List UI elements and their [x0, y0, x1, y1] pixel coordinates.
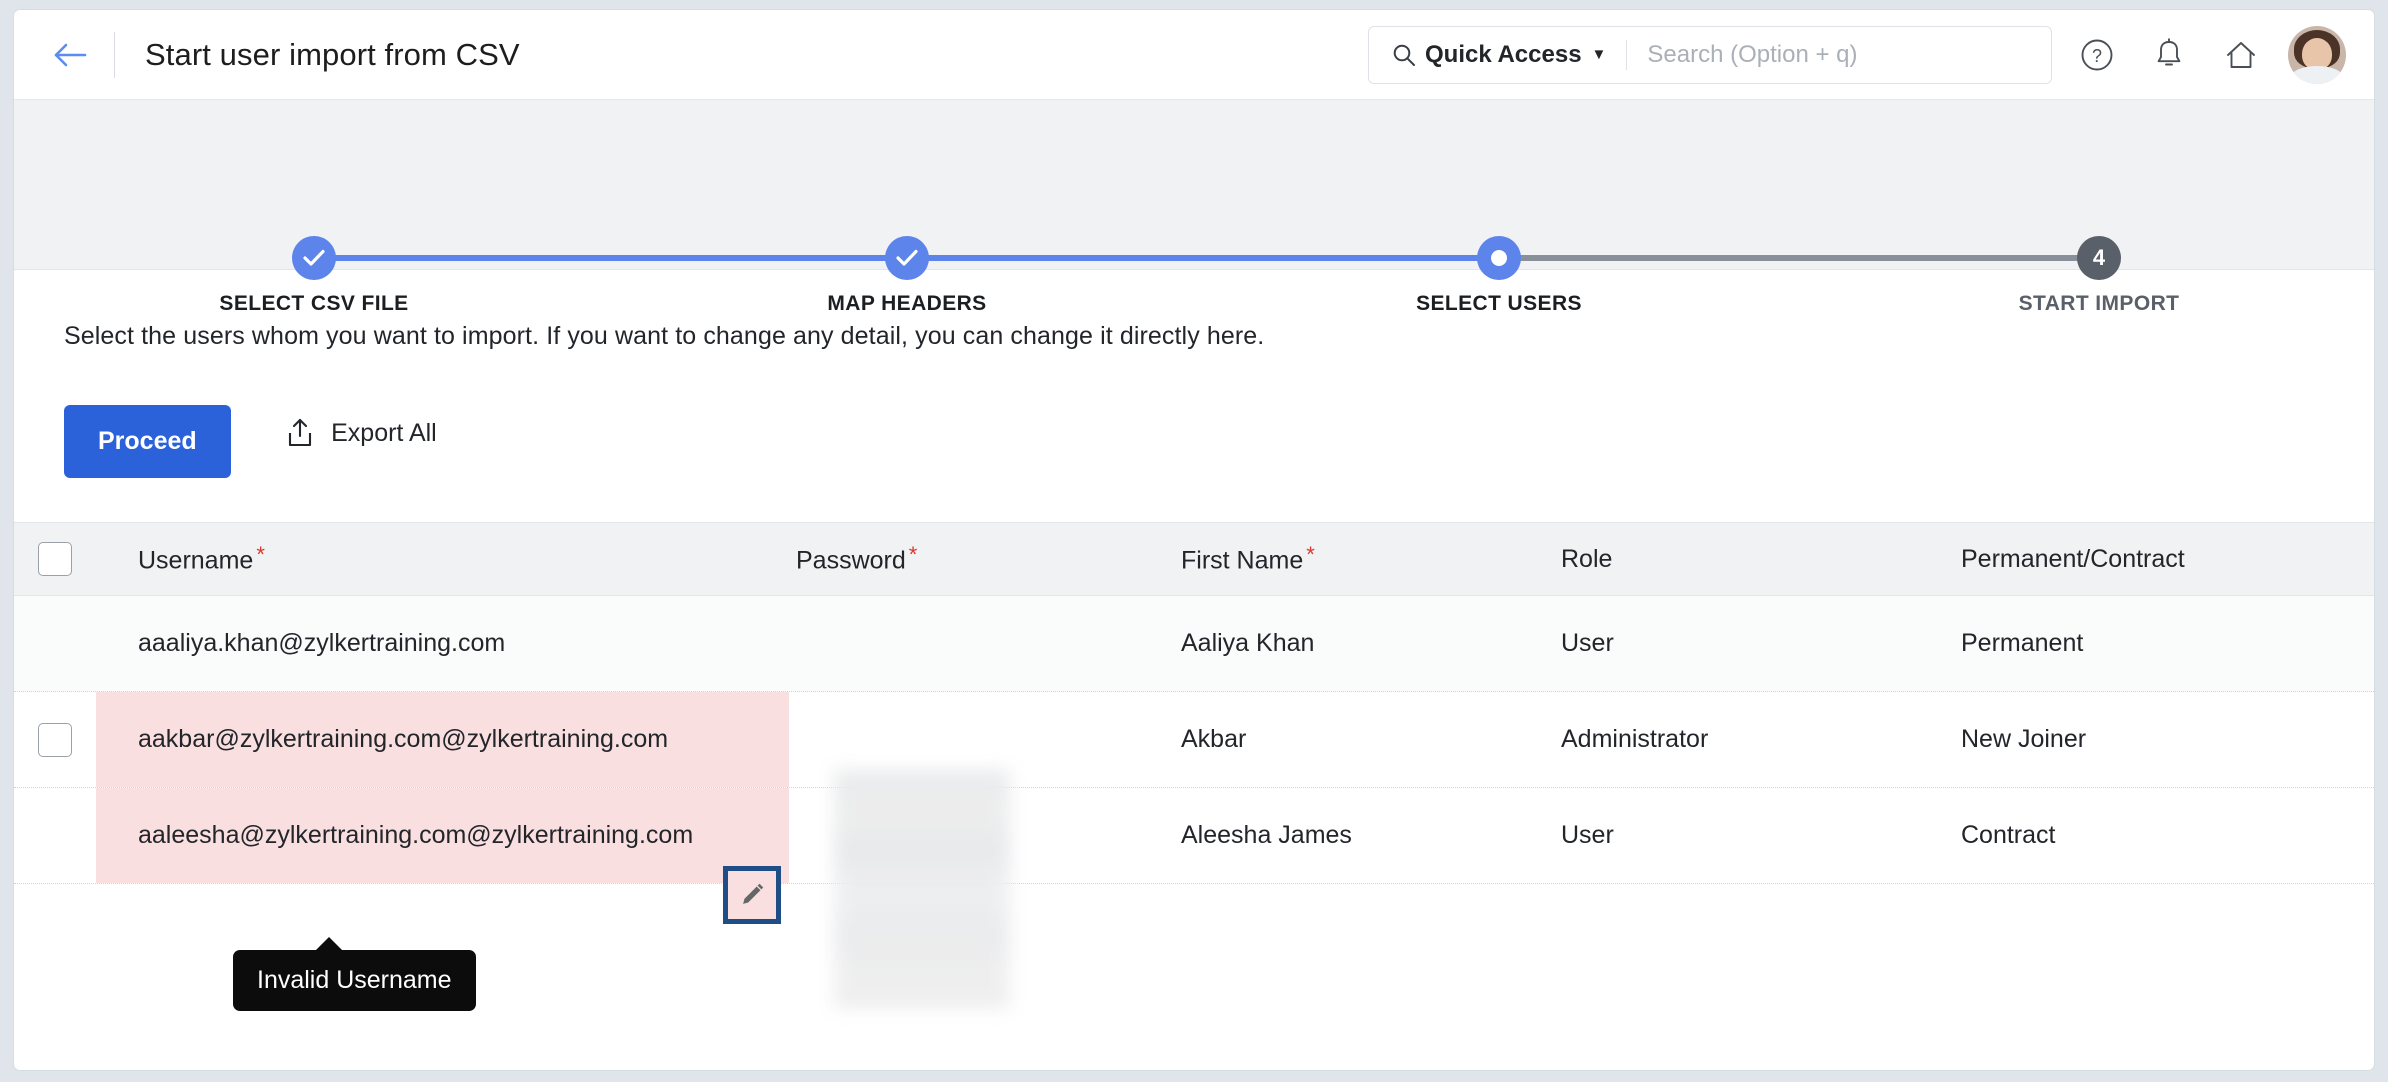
quick-access-dropdown[interactable]: Quick Access ▼	[1425, 41, 1606, 69]
required-asterisk: *	[256, 542, 265, 568]
cell-first-name[interactable]: Aleesha James	[1161, 819, 1561, 852]
upload-share-icon	[289, 418, 312, 447]
header-label-role: Role	[1561, 544, 1613, 573]
help-circle-icon: ?	[2081, 39, 2113, 70]
cell-permanent-contract[interactable]: New Joiner	[1961, 723, 2374, 756]
arrow-left-icon	[54, 43, 87, 66]
progress-stepper: SELECT CSV FILE MAP HEADERS SELECT USERS…	[14, 100, 2374, 315]
search-divider	[1626, 39, 1628, 70]
header-label-first-name: First Name	[1181, 546, 1304, 575]
home-icon	[2227, 41, 2255, 68]
search-input[interactable]	[1647, 40, 2051, 69]
check-icon	[303, 249, 325, 266]
bell-icon	[2157, 37, 2181, 65]
cell-permanent-contract[interactable]: Permanent	[1961, 627, 2374, 660]
stepper-node-3[interactable]	[1477, 236, 1521, 280]
stepper-track-3	[1499, 255, 2099, 261]
pencil-edit-icon	[743, 883, 764, 904]
role-value: Administrator	[1561, 724, 1709, 753]
header-cell-permanent-contract: Permanent/Contract	[1961, 545, 2374, 574]
avatar-body	[2291, 65, 2343, 84]
cell-permanent-contract[interactable]: Contract	[1961, 819, 2374, 852]
stepper-node-4[interactable]: 4	[2077, 236, 2121, 280]
stepper-label-4: START IMPORT	[2018, 292, 2180, 315]
cell-role[interactable]: User	[1561, 819, 1961, 852]
cell-role[interactable]: User	[1561, 627, 1961, 660]
cell-username[interactable]: aaaliya.khan@zylkertraining.com	[96, 627, 756, 660]
cell-first-name[interactable]: Akbar	[1161, 723, 1561, 756]
home-button[interactable]	[2214, 28, 2268, 82]
users-table: Username * Password * First Name * Role Per…	[14, 522, 2374, 884]
page-title: Start user import from CSV	[145, 36, 520, 72]
table-row[interactable]: aaaliya.khan@zylkertraining.com Aaliya K…	[14, 596, 2374, 692]
table-header-row: Username * Password * First Name * Role Per…	[14, 522, 2374, 596]
export-all-button[interactable]: Export All	[285, 417, 437, 449]
header-cell-first-name: First Name *	[1161, 542, 1561, 575]
first-name-value: Aleesha James	[1181, 820, 1352, 849]
search-icon	[1369, 42, 1425, 68]
check-icon	[896, 249, 918, 266]
error-tooltip: Invalid Username	[233, 937, 476, 1011]
stepper-label-1: SELECT CSV FILE	[219, 292, 409, 315]
first-name-value: Aaliya Khan	[1181, 628, 1315, 657]
role-value: User	[1561, 820, 1614, 849]
username-value: aaaliya.khan@zylkertraining.com	[138, 628, 506, 657]
permanent-contract-value: New Joiner	[1961, 724, 2087, 753]
permanent-contract-value: Contract	[1961, 820, 2056, 849]
stepper-track-area: SELECT CSV FILE MAP HEADERS SELECT USERS…	[14, 100, 2374, 315]
first-name-value: Akbar	[1181, 724, 1247, 753]
help-button[interactable]: ?	[2070, 28, 2124, 82]
chevron-down-icon: ▼	[1591, 46, 1607, 63]
stepper-node-2[interactable]	[885, 236, 929, 280]
stepper-track-1	[314, 255, 907, 261]
header-label-password: Password	[796, 546, 906, 575]
top-bar: Start user import from CSV Quick Access …	[14, 10, 2374, 100]
app-window: Start user import from CSV Quick Access …	[14, 10, 2374, 1070]
notifications-button[interactable]	[2142, 28, 2196, 82]
proceed-button[interactable]: Proceed	[64, 405, 231, 478]
stepper-label-3: SELECT USERS	[1416, 292, 1582, 315]
select-all-checkbox[interactable]	[38, 542, 72, 576]
header-cell-password: Password *	[756, 542, 1161, 575]
quick-access-label: Quick Access	[1425, 40, 1582, 68]
current-step-dot	[1491, 250, 1507, 266]
header-label-username: Username	[138, 546, 254, 575]
cell-username[interactable]: aakbar@zylkertraining.com@zylkertraining…	[96, 723, 756, 756]
table-row[interactable]: aakbar@zylkertraining.com@zylkertraining…	[14, 692, 2374, 788]
export-all-label: Export All	[331, 418, 437, 447]
table-row[interactable]: aaleesha@zylkertraining.com@zylkertraini…	[14, 788, 2374, 884]
avatar[interactable]	[2288, 25, 2346, 84]
cell-username[interactable]: aaleesha@zylkertraining.com@zylkertraini…	[96, 819, 756, 852]
username-value: aakbar@zylkertraining.com@zylkertraining…	[138, 724, 669, 753]
row-checkbox-cell	[14, 722, 96, 757]
cell-first-name[interactable]: Aaliya Khan	[1161, 627, 1561, 660]
row-select-checkbox[interactable]	[38, 722, 72, 757]
required-asterisk: *	[908, 542, 918, 568]
search-bar[interactable]: Quick Access ▼	[1368, 25, 2052, 84]
header-cell-role: Role	[1561, 545, 1961, 574]
stepper-label-2: MAP HEADERS	[827, 292, 987, 315]
top-bar-actions: Quick Access ▼ ?	[1368, 25, 2374, 84]
username-value: aaleesha@zylkertraining.com@zylkertraini…	[138, 820, 694, 849]
cell-role[interactable]: Administrator	[1561, 723, 1961, 756]
stepper-node-4-number: 4	[2092, 245, 2106, 270]
header-cell-username: Username *	[96, 542, 756, 575]
stepper-track-2	[907, 255, 1499, 261]
role-value: User	[1561, 628, 1614, 657]
main-content: Select the users whom you want to import…	[14, 270, 2374, 884]
header-divider	[114, 31, 115, 78]
header-checkbox-cell	[14, 542, 96, 576]
stepper-node-1[interactable]	[292, 236, 336, 280]
svg-text:?: ?	[2092, 46, 2102, 66]
header-label-permanent-contract: Permanent/Contract	[1961, 544, 2185, 573]
back-button[interactable]	[48, 33, 92, 77]
required-asterisk: *	[1306, 542, 1315, 568]
edit-username-button[interactable]	[723, 866, 781, 924]
permanent-contract-value: Permanent	[1961, 628, 2084, 657]
